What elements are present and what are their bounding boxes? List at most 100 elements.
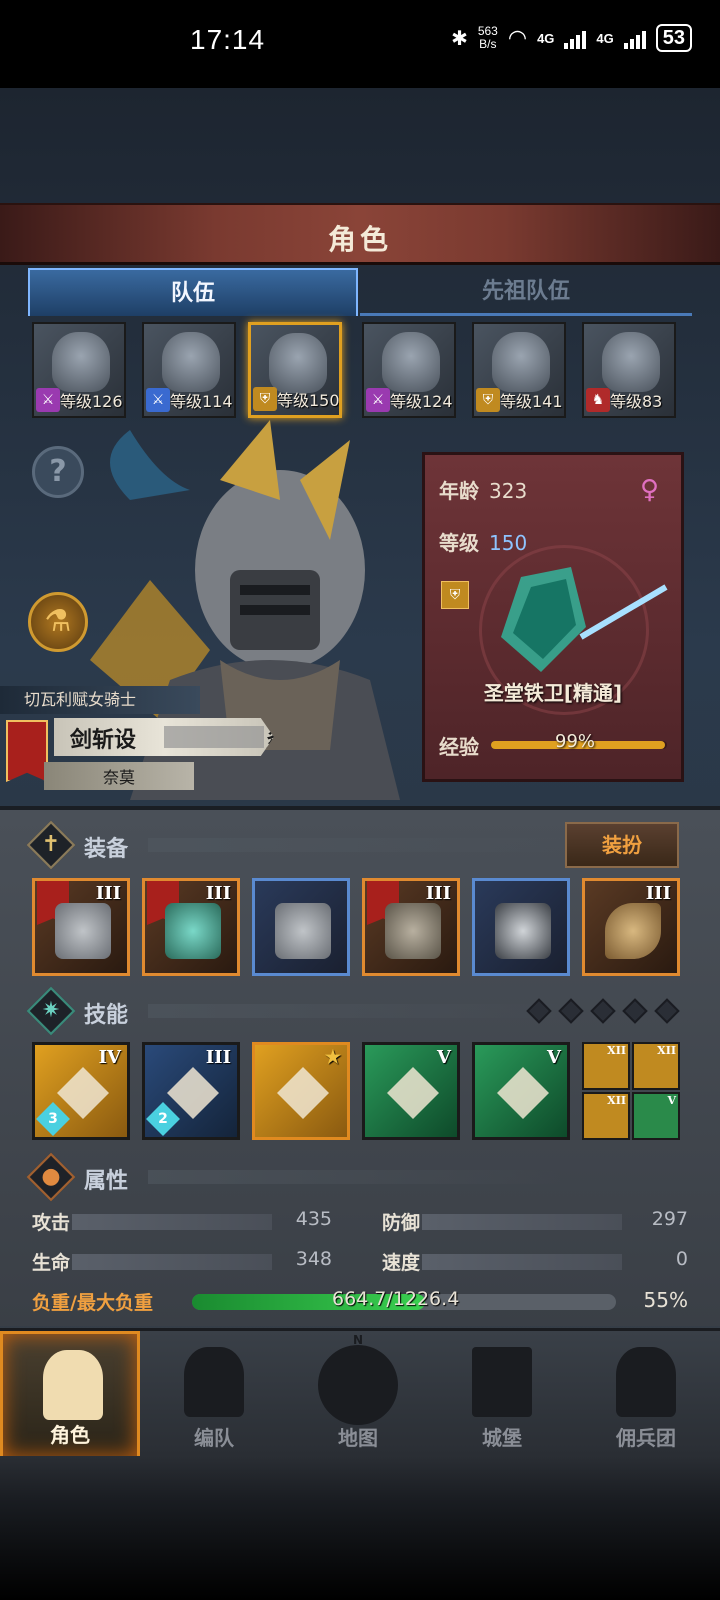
level-row: 等级 150 bbox=[439, 527, 527, 556]
horn-icon bbox=[605, 903, 661, 959]
shuriken-icon bbox=[55, 903, 111, 959]
roster-level: 等级124 bbox=[390, 392, 453, 411]
roster-level: 等级126 bbox=[60, 392, 123, 411]
tab-ancestor-team[interactable]: 先祖队伍 bbox=[360, 268, 692, 316]
equip-slot[interactable]: III bbox=[582, 878, 680, 976]
network-speed: 563 B/s bbox=[477, 24, 498, 51]
sword-class-icon: ⚔ bbox=[146, 388, 170, 412]
equip-slot[interactable] bbox=[252, 878, 350, 976]
hp-label: 生命 bbox=[32, 1252, 71, 1274]
castle-icon bbox=[472, 1347, 532, 1417]
question-icon: ? bbox=[49, 454, 67, 489]
attributes-label: 属性 bbox=[84, 1169, 129, 1194]
skill-slot[interactable]: IV 3 bbox=[32, 1042, 130, 1140]
mercenary-icon bbox=[616, 1347, 676, 1417]
shield-class-icon: ⛨ bbox=[476, 388, 500, 412]
attributes-header: ● 属性 bbox=[26, 1152, 692, 1202]
passive-skill-slot[interactable]: XII bbox=[582, 1092, 630, 1140]
roster-card[interactable]: ⚔ 等级124 bbox=[362, 322, 456, 418]
skill-slot[interactable]: ★ bbox=[252, 1042, 350, 1140]
screen-bottom bbox=[0, 1456, 720, 1600]
load-percent: 55% bbox=[643, 1288, 688, 1312]
class-shield-icon bbox=[501, 567, 668, 672]
equip-slot[interactable]: III bbox=[32, 878, 130, 976]
helmet-icon bbox=[275, 903, 331, 959]
age-label: 年龄 bbox=[439, 479, 479, 503]
clock: 17:14 bbox=[190, 24, 266, 55]
roster-card[interactable]: ⚔ 等级126 bbox=[32, 322, 126, 418]
nav-castle[interactable]: 城堡 bbox=[432, 1331, 572, 1459]
exp-percent: 99% bbox=[555, 731, 596, 752]
skill-slot[interactable]: III 2 bbox=[142, 1042, 240, 1140]
character-name-suffix: 炎 bbox=[266, 728, 289, 753]
equip-slot[interactable]: III bbox=[142, 878, 240, 976]
roster-level: 等级83 bbox=[610, 392, 663, 411]
portrait-dark-knight-icon bbox=[492, 332, 550, 392]
home-name: 奈莫 bbox=[102, 768, 135, 787]
nav-map[interactable]: N 地图 bbox=[288, 1331, 428, 1459]
diamond-icon bbox=[590, 998, 616, 1024]
attack-row: 攻击 435 bbox=[32, 1206, 332, 1236]
age-value: 323 bbox=[489, 479, 528, 503]
passive-skill-slot[interactable]: XII bbox=[582, 1042, 630, 1090]
boots-icon bbox=[495, 903, 551, 959]
age-row: 年龄 323 bbox=[439, 475, 527, 504]
exp-label: 经验 bbox=[439, 735, 479, 759]
nav-character[interactable]: 角色 bbox=[0, 1331, 140, 1459]
diamond-icon bbox=[622, 998, 648, 1024]
skill-slot-indicators bbox=[526, 998, 682, 1024]
shield-class-icon: ⛨ bbox=[253, 387, 277, 411]
character-title: 切瓦利赋女骑士 bbox=[0, 686, 200, 714]
crystal-icon bbox=[497, 1067, 549, 1119]
nav-mercenary[interactable]: 佣兵团 bbox=[576, 1331, 716, 1459]
roster-card[interactable]: ♞ 等级83 bbox=[582, 322, 676, 418]
roster: ⚔ 等级126 ⚔ 等级114 ⛨ 等级150 ⚔ 等级124 ⛨ 等级141 … bbox=[32, 322, 692, 418]
name-area: 切瓦利赋女骑士 剑斩设 炎 奈莫 bbox=[0, 686, 300, 796]
skill-slot[interactable]: V bbox=[472, 1042, 570, 1140]
character-name-plate[interactable]: 剑斩设 炎 bbox=[54, 718, 274, 756]
defense-label: 防御 bbox=[382, 1212, 421, 1234]
roster-level: 等级114 bbox=[170, 392, 233, 411]
horse-class-icon: ♞ bbox=[586, 388, 610, 412]
battery-icon: 53 bbox=[655, 24, 692, 52]
passive-skill-slot[interactable]: XII bbox=[632, 1042, 680, 1090]
load-value: 664.7/1226.4 bbox=[332, 1288, 460, 1310]
wifi-icon: ◠ bbox=[507, 25, 528, 51]
signal-2-label: 4G bbox=[596, 30, 614, 46]
compass-north-label: N bbox=[352, 1333, 364, 1347]
portrait-elf-icon bbox=[52, 332, 110, 392]
skills-label: 技能 bbox=[84, 1003, 129, 1028]
passive-skill-slot[interactable]: V bbox=[632, 1092, 680, 1140]
load-label: 负重/最大负重 bbox=[32, 1292, 153, 1314]
roster-level: 等级150 bbox=[277, 391, 340, 410]
roster-card-selected[interactable]: ⛨ 等级150 bbox=[248, 322, 342, 418]
crystal-burst-icon bbox=[387, 1067, 439, 1119]
cross-icon: ✝ bbox=[41, 832, 61, 857]
load-row: 负重/最大负重 664.7/1226.4 55% bbox=[32, 1284, 688, 1318]
page-title: 角色 bbox=[327, 223, 392, 256]
attack-value: 435 bbox=[295, 1208, 332, 1230]
shield-icon bbox=[165, 903, 221, 959]
character-name: 剑斩设 bbox=[70, 728, 137, 753]
tab-team[interactable]: 队伍 bbox=[28, 268, 358, 316]
skill-level-badge: 2 bbox=[146, 1102, 180, 1136]
equip-slot[interactable]: III bbox=[362, 878, 460, 976]
signal-2-icon bbox=[623, 27, 646, 49]
diamond-icon bbox=[558, 998, 584, 1024]
speed-row: 速度 0 bbox=[382, 1246, 688, 1276]
bottom-nav: 角色 编队 N 地图 城堡 佣兵团 bbox=[0, 1328, 720, 1459]
nav-formation[interactable]: 编队 bbox=[144, 1331, 284, 1459]
formation-icon bbox=[184, 1347, 244, 1417]
signal-1-icon bbox=[564, 27, 587, 49]
skill-slot[interactable]: V bbox=[362, 1042, 460, 1140]
dress-up-button[interactable]: 装扮 bbox=[565, 822, 679, 868]
star-badge-icon: ★ bbox=[324, 1047, 341, 1068]
home-plate: 奈莫 bbox=[44, 762, 194, 790]
skill-level-badge: 3 bbox=[36, 1102, 70, 1136]
class-name: 圣堂铁卫[精通] bbox=[483, 681, 623, 705]
level-value: 150 bbox=[489, 531, 528, 555]
roster-card[interactable]: ⚔ 等级114 bbox=[142, 322, 236, 418]
shield-class-icon: ⛨ bbox=[441, 581, 469, 609]
roster-card[interactable]: ⛨ 等级141 bbox=[472, 322, 566, 418]
equip-slot[interactable] bbox=[472, 878, 570, 976]
